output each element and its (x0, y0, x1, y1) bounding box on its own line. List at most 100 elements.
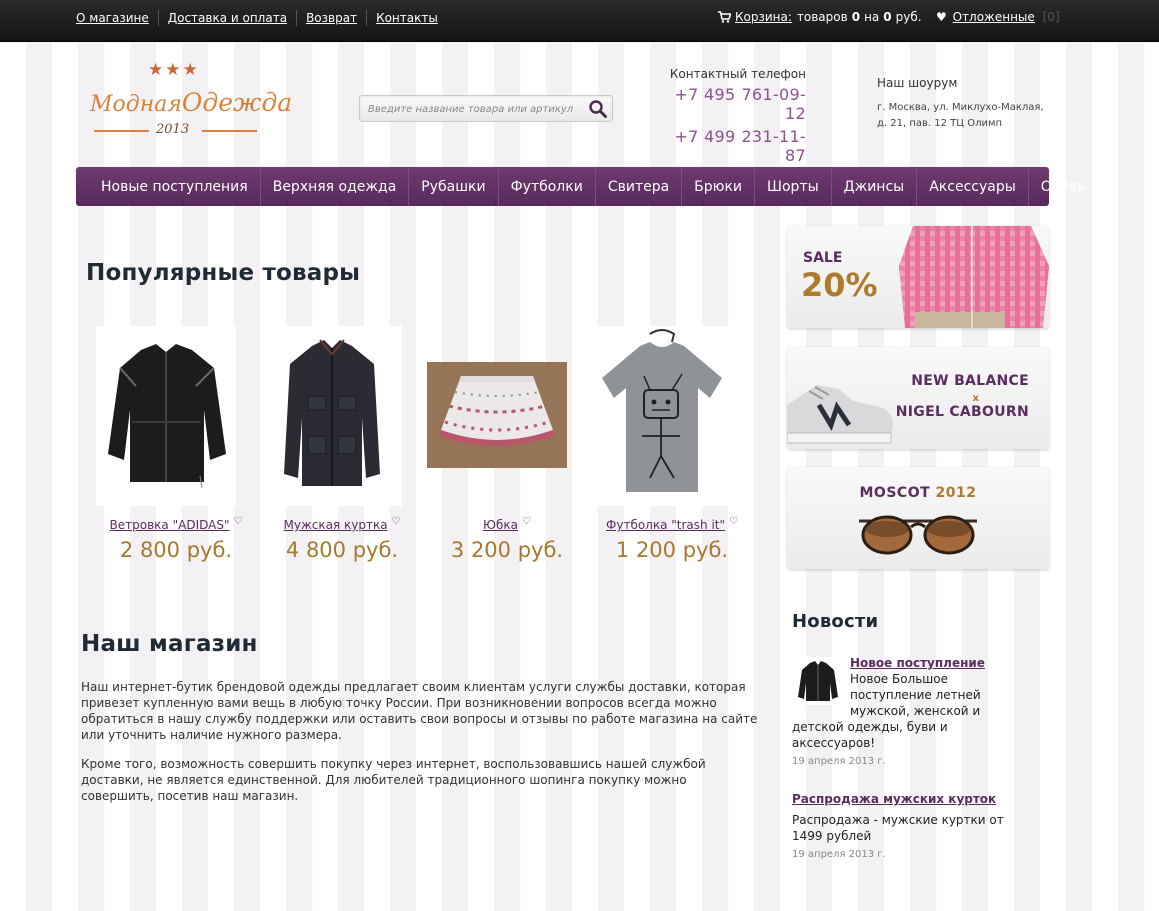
top-links: О магазине Доставка и оплата Возврат Кон… (76, 10, 447, 26)
heart-outline-icon[interactable]: ♡ (522, 516, 531, 527)
saved-items: ♥ Отложенные [0] (936, 10, 1060, 24)
cart-icon (718, 11, 731, 23)
news-headline-2[interactable]: Распродажа мужских курток (792, 791, 1007, 807)
banner-nigel-cabourn: NIGEL CABOURN (895, 404, 1029, 420)
product-name: Юбка ♡ (427, 516, 587, 532)
cart-text-on: на (864, 10, 880, 24)
saved-count: [0] (1042, 10, 1060, 24)
logo-word2: Одежда (181, 88, 293, 117)
banner-shirt-model-image (899, 226, 1049, 328)
phone-1-code: +7 495 (674, 85, 736, 104)
news-item: Распродажа мужских курток Распродажа - м… (792, 791, 1007, 860)
logo-year: 2013 (156, 122, 190, 137)
nav-shoes[interactable]: Обувь (1027, 167, 1097, 206)
product-link-windbreaker[interactable]: Ветровка "ADIDAS" (110, 518, 230, 532)
logo-stars: ★★★ (148, 60, 200, 80)
product-grid: Ветровка "ADIDAS" ♡ 2 800 руб. Мужская ку… (96, 326, 746, 576)
product-image-skirt[interactable] (427, 326, 567, 506)
product-link-skirt[interactable]: Юбка (483, 518, 518, 532)
logo-arrow-left (94, 130, 149, 132)
nav-tshirts[interactable]: Футболки (497, 167, 595, 206)
about-paragraph-1: Наш интернет-бутик брендовой одежды пред… (81, 680, 758, 742)
logo-arrow-right (202, 130, 257, 132)
banner-new-balance: NEW BALANCE (911, 373, 1029, 389)
contact-label: Контактный телефон (669, 67, 806, 81)
product-image-windbreaker[interactable] (96, 326, 236, 506)
product-image-mens-jacket[interactable] (262, 326, 402, 506)
phone-2-number: 231-11-87 (741, 127, 806, 165)
cart-count: 0 (851, 10, 861, 24)
nav-new-arrivals[interactable]: Новые поступления (89, 168, 260, 206)
nav-jeans[interactable]: Джинсы (830, 167, 917, 206)
cart-link[interactable]: Корзина: (735, 10, 792, 24)
product-link-mens-jacket[interactable]: Мужская куртка (283, 518, 387, 532)
search-icon[interactable] (588, 99, 608, 119)
heart-icon: ♥ (936, 10, 947, 24)
nav-outerwear[interactable]: Верхняя одежда (259, 167, 409, 206)
sale-percent: 20% (801, 266, 878, 304)
new-balance-banner[interactable]: NEW BALANCE x NIGEL CABOURN (787, 347, 1049, 449)
saved-link[interactable]: Отложенные (953, 10, 1035, 24)
about-title: Наш магазин (81, 631, 258, 657)
link-contacts[interactable]: Контакты (366, 10, 447, 26)
product-name: Мужская куртка ♡ (262, 516, 422, 532)
contact-phones: Контактный телефон +7 495 761-09-12 +7 49… (666, 67, 806, 183)
product-name: Ветровка "ADIDAS" ♡ (96, 516, 256, 532)
nav-shirts[interactable]: Рубашки (408, 167, 497, 206)
nav-trousers[interactable]: Брюки (681, 167, 754, 206)
heart-outline-icon[interactable]: ♡ (729, 516, 738, 527)
cart-summary: Корзина: товаров 0 на 0 руб. (718, 10, 922, 24)
phone-2[interactable]: +7 499 231-11-87 (666, 127, 806, 165)
news-thumbnail-jacket[interactable] (794, 657, 842, 705)
heart-outline-icon[interactable]: ♡ (392, 516, 401, 527)
news-date-1: 19 апреля 2013 г. (792, 756, 886, 767)
sale-label: SALE (803, 250, 843, 266)
banner-sunglasses-image (859, 515, 977, 555)
popular-title: Популярные товары (86, 260, 361, 286)
link-return[interactable]: Возврат (296, 10, 366, 26)
link-delivery-payment[interactable]: Доставка и оплата (157, 10, 296, 26)
news-title: Новости (792, 611, 879, 632)
about-text: Наш интернет-бутик брендовой одежды пред… (81, 679, 761, 817)
main-nav: Новые поступления Верхняя одежда Рубашки… (76, 167, 1085, 206)
sale-banner[interactable]: SALE 20% (787, 226, 1049, 328)
logo-word1: Модная (90, 92, 182, 117)
heart-outline-icon[interactable]: ♡ (233, 516, 242, 527)
top-bar: О магазине Доставка и оплата Возврат Кон… (0, 0, 1159, 42)
logo-wordmark: МоднаяОдежда (90, 88, 292, 117)
product-price: 2 800 руб. (119, 538, 233, 562)
product-name: Футболка "trash it" ♡ (592, 516, 752, 532)
nav-sweaters[interactable]: Свитера (594, 167, 681, 206)
moscot-banner[interactable]: MOSCOT 2012 (787, 467, 1049, 569)
news-date-2: 19 апреля 2013 г. (792, 849, 886, 860)
nav-accessories[interactable]: Аксессуары (916, 167, 1028, 206)
banner-nb-x: x (972, 393, 979, 404)
phone-1-number: 761-09-12 (741, 85, 806, 123)
site-logo[interactable]: ★★★ МоднаяОдежда 2013 (90, 60, 292, 144)
phone-2-code: +7 499 (674, 127, 736, 146)
product-price: 4 800 руб. (285, 538, 399, 562)
about-paragraph-2: Кроме того, возможность совершить покупк… (81, 757, 706, 803)
news-list: Новое поступление Новое Большое поступле… (792, 655, 1007, 860)
product-link-tshirt[interactable]: Футболка "trash it" (606, 518, 725, 532)
link-about-store[interactable]: О магазине (76, 10, 158, 26)
news-item: Новое поступление Новое Большое поступле… (792, 655, 1007, 767)
product-price: 3 200 руб. (450, 538, 564, 562)
cart-sum: 0 (883, 10, 892, 24)
banner-moscot-title: MOSCOT 2012 (787, 485, 1049, 501)
showroom-address-line1: г. Москва, ул. Миклухо-Маклая, (877, 102, 1044, 113)
product-image-tshirt[interactable] (592, 326, 732, 506)
nav-shorts[interactable]: Шорты (754, 167, 831, 206)
cart-text-items: товаров (796, 10, 848, 24)
showroom-info: Наш шоурум г. Москва, ул. Миклухо-Маклая… (877, 76, 1052, 132)
showroom-title: Наш шоурум (877, 76, 958, 90)
banner-sneaker-image (787, 385, 893, 444)
cart-text-currency: руб. (895, 10, 922, 24)
product-price: 1 200 руб. (615, 538, 729, 562)
phone-1[interactable]: +7 495 761-09-12 (666, 85, 806, 123)
banner-moscot-name: MOSCOT (859, 485, 931, 501)
search-input[interactable] (368, 100, 578, 118)
banner-moscot-year: 2012 (935, 485, 977, 501)
showroom-address: г. Москва, ул. Миклухо-Маклая, д. 21, па… (877, 100, 1052, 132)
showroom-address-line2: д. 21, пав. 12 ТЦ Олимп (877, 118, 1003, 129)
